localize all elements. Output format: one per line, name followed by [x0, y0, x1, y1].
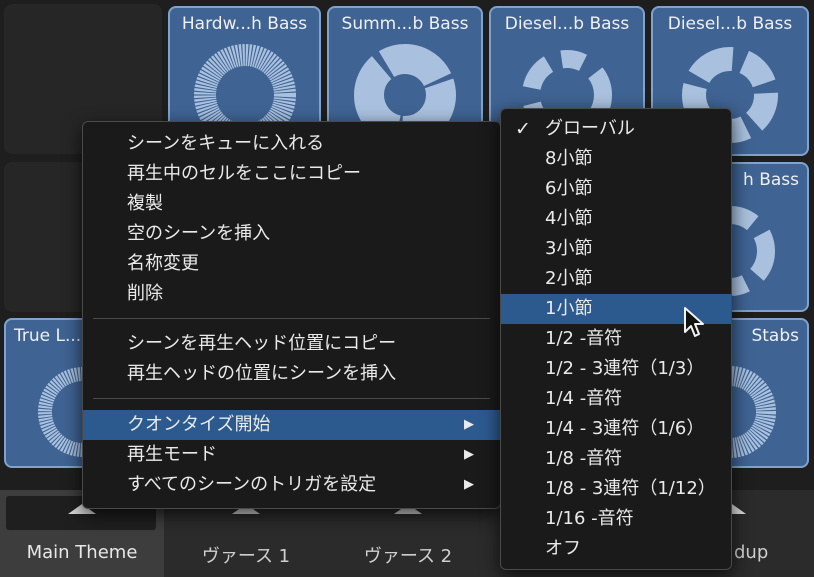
- menu-item-label: 名称変更: [127, 253, 199, 274]
- menu-item-label: クオンタイズ開始: [127, 414, 271, 435]
- submenu-item-label: 1/4 -音符: [545, 388, 623, 409]
- menu-item-label: シーンをキューに入れる: [127, 133, 325, 154]
- menu-item-set-all-triggers[interactable]: すべてのシーンのトリガを設定 ▶: [83, 470, 500, 500]
- menu-item-duplicate[interactable]: 複製: [83, 189, 500, 219]
- menu-item-play-mode[interactable]: 再生モード ▶: [83, 440, 500, 470]
- menu-item-label: 複製: [127, 193, 163, 214]
- submenu-item-quarter-triplet[interactable]: 1/4 - 3連符（1/6）: [501, 414, 731, 444]
- submenu-item-sixteenth-note[interactable]: 1/16 -音符: [501, 504, 731, 534]
- clip-title: Diesel...b Bass: [504, 14, 630, 34]
- menu-item-copy-scene-to-playhead[interactable]: シーンを再生ヘッド位置にコピー: [83, 329, 500, 359]
- submenu-item-label: 1/2 -音符: [545, 328, 623, 349]
- clip-title: Stabs: [751, 326, 799, 346]
- submenu-arrow-icon: ▶: [464, 447, 474, 462]
- menu-item-queue-scene[interactable]: シーンをキューに入れる: [83, 129, 500, 159]
- submenu-item-6-bars[interactable]: 6小節: [501, 174, 731, 204]
- submenu-item-half-triplet[interactable]: 1/2 - 3連符（1/3）: [501, 354, 731, 384]
- submenu-item-label: 4小節: [545, 208, 593, 229]
- scene-label: dup: [734, 542, 769, 563]
- mouse-pointer-icon: [684, 307, 704, 337]
- submenu-item-label: 1/4 - 3連符（1/6）: [545, 418, 705, 439]
- scene-label: Main Theme: [26, 542, 138, 563]
- submenu-item-label: 2小節: [545, 268, 593, 289]
- clip-title: Summ...b Bass: [341, 14, 469, 34]
- checkmark-icon: ✓: [515, 118, 531, 140]
- submenu-item-eighth-triplet[interactable]: 1/8 - 3連符（1/12）: [501, 474, 731, 504]
- submenu-arrow-icon: ▶: [464, 477, 474, 492]
- menu-item-label: 削除: [127, 283, 163, 304]
- menu-item-quantize-start[interactable]: クオンタイズ開始 ▶: [83, 410, 500, 440]
- submenu-item-label: 1小節: [545, 298, 593, 319]
- menu-divider: [93, 398, 490, 399]
- submenu-item-label: 1/8 -音符: [545, 448, 623, 469]
- menu-item-label: 再生ヘッドの位置にシーンを挿入: [127, 363, 397, 384]
- submenu-item-eighth-note[interactable]: 1/8 -音符: [501, 444, 731, 474]
- submenu-item-3-bars[interactable]: 3小節: [501, 234, 731, 264]
- submenu-item-label: 8小節: [545, 148, 593, 169]
- clip-title: Diesel...b Bass: [667, 14, 793, 34]
- submenu-arrow-icon: ▶: [464, 417, 474, 432]
- submenu-item-label: 3小節: [545, 238, 593, 259]
- menu-item-label: 空のシーンを挿入: [127, 223, 271, 244]
- submenu-item-8-bars[interactable]: 8小節: [501, 144, 731, 174]
- submenu-item-label: 1/16 -音符: [545, 508, 634, 529]
- menu-item-delete[interactable]: 削除: [83, 279, 500, 309]
- scene-context-menu: シーンをキューに入れる 再生中のセルをここにコピー 複製 空のシーンを挿入 名称…: [82, 121, 501, 509]
- submenu-item-quarter-note[interactable]: 1/4 -音符: [501, 384, 731, 414]
- menu-item-copy-playing-cells[interactable]: 再生中のセルをここにコピー: [83, 159, 500, 189]
- menu-item-label: すべてのシーンのトリガを設定: [127, 474, 377, 495]
- menu-divider: [93, 318, 490, 319]
- submenu-item-label: グローバル: [545, 118, 635, 139]
- menu-item-insert-empty-scene[interactable]: 空のシーンを挿入: [83, 219, 500, 249]
- submenu-item-4-bars[interactable]: 4小節: [501, 204, 731, 234]
- scene-label: ヴァース 1: [201, 546, 291, 567]
- submenu-item-2-bars[interactable]: 2小節: [501, 264, 731, 294]
- scene-label: ヴァース 2: [363, 546, 453, 567]
- submenu-item-label: オフ: [545, 538, 581, 559]
- submenu-item-label: 6小節: [545, 178, 593, 199]
- submenu-item-label: 1/8 - 3連符（1/12）: [545, 478, 716, 499]
- menu-item-label: シーンを再生ヘッド位置にコピー: [127, 333, 397, 354]
- submenu-item-global[interactable]: ✓ グローバル: [501, 114, 731, 144]
- menu-item-label: 再生中のセルをここにコピー: [127, 163, 361, 184]
- menu-item-rename[interactable]: 名称変更: [83, 249, 500, 279]
- submenu-item-label: 1/2 - 3連符（1/3）: [545, 358, 705, 379]
- menu-item-label: 再生モード: [127, 444, 217, 465]
- clip-title: Hardw...h Bass: [181, 14, 308, 34]
- clip-title: h Bass: [743, 170, 799, 190]
- submenu-item-off[interactable]: オフ: [501, 534, 731, 564]
- menu-item-insert-scene-at-playhead[interactable]: 再生ヘッドの位置にシーンを挿入: [83, 359, 500, 389]
